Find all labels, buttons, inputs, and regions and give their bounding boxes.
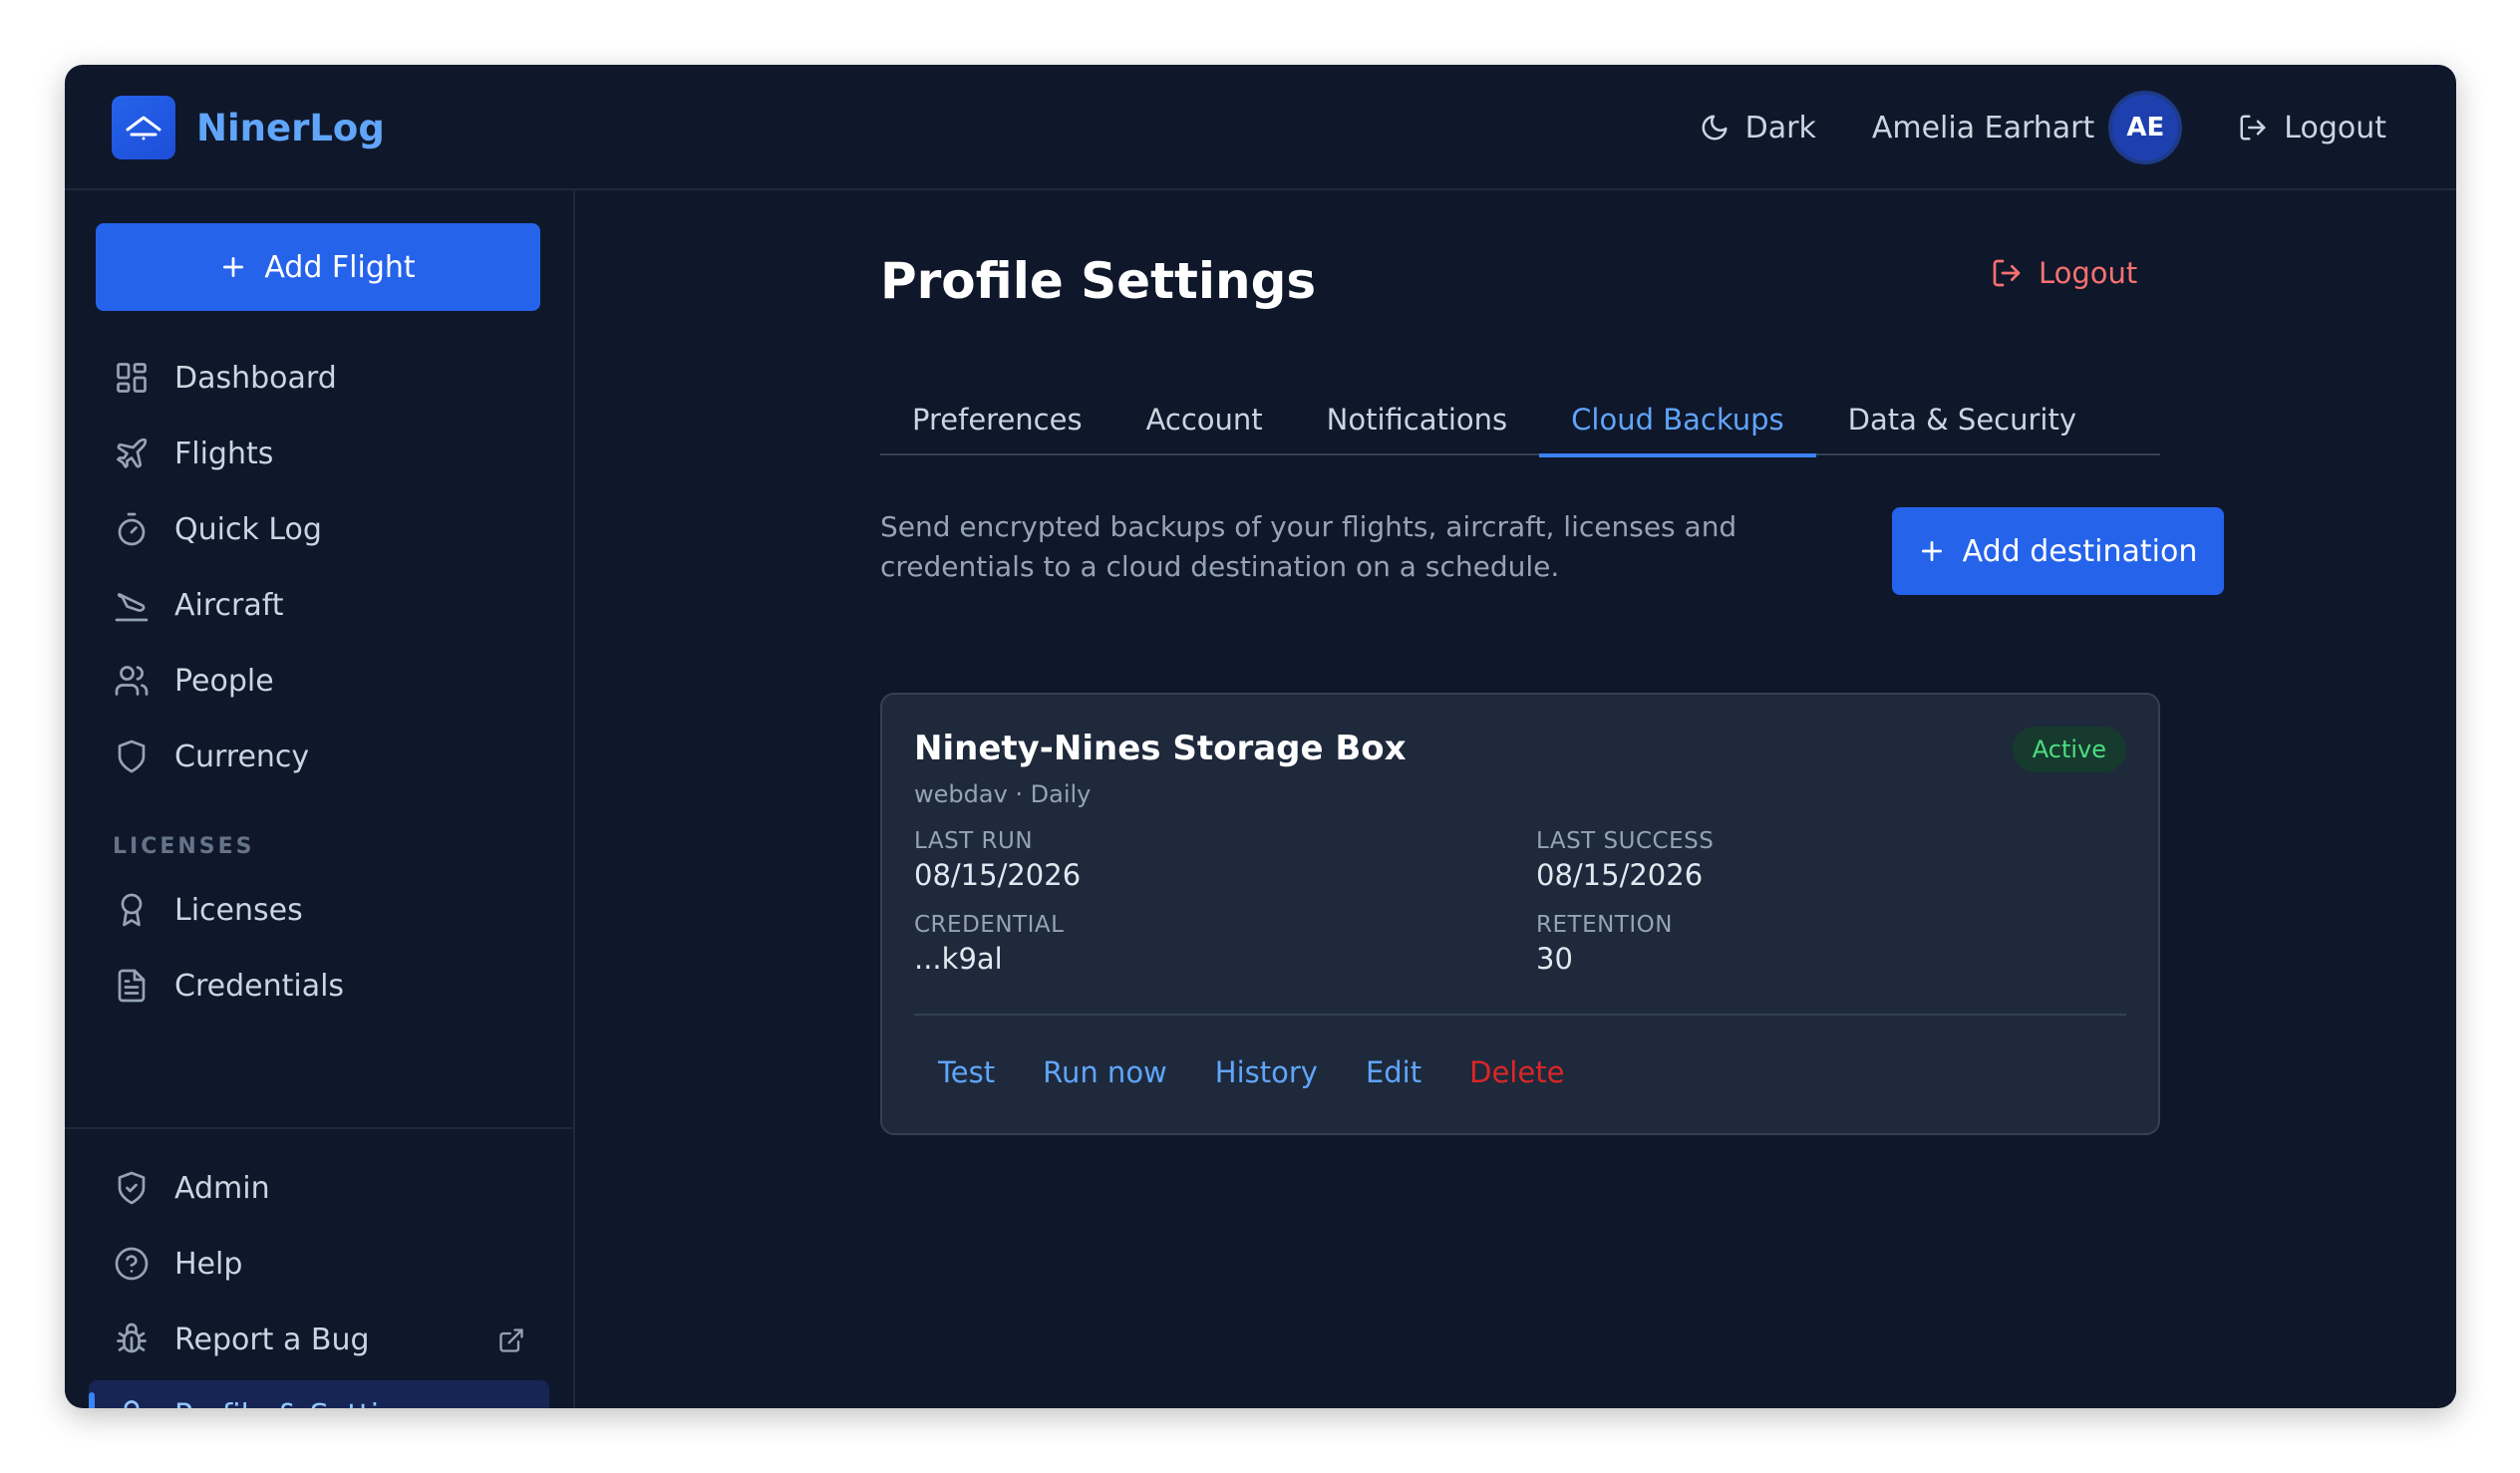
sidebar-item-flights[interactable]: Flights [89, 419, 549, 488]
logout-icon [1993, 259, 2021, 287]
app-logo-icon [112, 96, 175, 159]
sidebar: Add Flight Dashboard Flights Quick Log A… [65, 190, 575, 1408]
retention-field: RETENTION 30 [1536, 912, 1673, 976]
sidebar-item-quick-log[interactable]: Quick Log [89, 494, 549, 564]
sidebar-item-aircraft[interactable]: Aircraft [89, 570, 549, 640]
run-now-button[interactable]: Run now [1019, 1055, 1191, 1089]
sidebar-item-profile-settings[interactable]: Profile & Settings [89, 1380, 549, 1408]
status-badge: Active [2012, 727, 2126, 772]
tab-account[interactable]: Account [1114, 384, 1295, 455]
sidebar-item-help[interactable]: Help [89, 1229, 549, 1299]
external-link-icon [499, 1328, 523, 1352]
sidebar-item-label: Credentials [174, 968, 345, 1004]
logout-label: Logout [2039, 256, 2138, 290]
sidebar-item-people[interactable]: People [89, 646, 549, 716]
page-logout-button[interactable]: Logout [1991, 256, 2137, 290]
sidebar-item-label: Currency [174, 738, 310, 774]
main-content: Profile Settings Logout Preferences Acco… [575, 190, 2456, 1408]
test-button[interactable]: Test [914, 1055, 1019, 1089]
sidebar-item-label: Quick Log [174, 511, 322, 547]
destination-name: Ninety-Nines Storage Box [914, 729, 1407, 768]
plane-landing-icon [115, 593, 149, 622]
sidebar-item-label: Dashboard [174, 360, 337, 396]
avatar[interactable]: AE [2108, 91, 2183, 164]
tab-data-security[interactable]: Data & Security [1816, 384, 2108, 455]
history-button[interactable]: History [1191, 1055, 1342, 1089]
sidebar-item-label: Admin [174, 1170, 270, 1206]
shield-check-icon [118, 1171, 146, 1205]
plus-icon [223, 256, 244, 278]
last-run-field: LAST RUN 08/15/2026 [914, 828, 1082, 892]
app-window: NinerLog Dark Amelia Earhart AE Logout A… [65, 65, 2456, 1408]
section-label-licenses: LICENSES [113, 834, 255, 859]
destination-actions: Test Run now History Edit Delete [914, 1055, 1588, 1089]
help-circle-icon [115, 1247, 149, 1281]
plane-icon [117, 438, 148, 468]
sidebar-item-dashboard[interactable]: Dashboard [89, 343, 549, 413]
topbar-logout-button[interactable]: Logout [2238, 111, 2386, 146]
logout-label: Logout [2284, 110, 2386, 146]
app-name: NinerLog [196, 106, 385, 149]
sidebar-item-label: Help [174, 1246, 243, 1282]
logout-icon [2240, 115, 2266, 141]
tab-notifications[interactable]: Notifications [1295, 384, 1540, 455]
add-flight-button[interactable]: Add Flight [96, 223, 540, 311]
bug-icon [117, 1323, 147, 1353]
page-title: Profile Settings [880, 252, 1317, 310]
document-icon [118, 969, 146, 1003]
sidebar-item-label: Aircraft [174, 587, 284, 623]
add-destination-button[interactable]: Add destination [1892, 507, 2224, 595]
top-actions: Dark Amelia Earhart AE Logout [1700, 89, 2386, 166]
last-success-field: LAST SUCCESS 08/15/2026 [1536, 828, 1715, 892]
brand[interactable]: NinerLog [112, 96, 385, 159]
sidebar-item-credentials[interactable]: Credentials [89, 951, 549, 1021]
edit-button[interactable]: Edit [1342, 1055, 1445, 1089]
credential-field: CREDENTIAL ...k9al [914, 912, 1065, 976]
users-icon [115, 666, 149, 696]
moon-icon [1702, 115, 1728, 141]
sidebar-divider [65, 1127, 573, 1129]
card-divider [914, 1014, 2126, 1016]
cloud-backups-description: Send encrypted backups of your flights, … [880, 510, 1737, 583]
settings-tabs: Preferences Account Notifications Cloud … [880, 384, 2160, 457]
sidebar-item-admin[interactable]: Admin [89, 1153, 549, 1223]
plus-icon [1921, 540, 1942, 562]
sidebar-item-label: Licenses [174, 892, 303, 928]
tab-cloud-backups[interactable]: Cloud Backups [1539, 384, 1817, 457]
delete-button[interactable]: Delete [1445, 1055, 1588, 1089]
sidebar-item-label: Report a Bug [174, 1322, 370, 1357]
sidebar-item-licenses[interactable]: Licenses [89, 875, 549, 945]
backup-destination-card: Ninety-Nines Storage Box webdav · Daily … [880, 693, 2160, 1135]
dashboard-icon [117, 363, 147, 393]
theme-label: Dark [1744, 110, 1816, 146]
user-name[interactable]: Amelia Earhart [1872, 111, 2094, 146]
destination-subtitle: webdav · Daily [914, 780, 1092, 808]
sidebar-item-label: Profile & Settings [174, 1398, 433, 1409]
shield-icon [118, 739, 146, 773]
timer-icon [118, 512, 146, 546]
tab-preferences[interactable]: Preferences [880, 384, 1114, 455]
top-bar: NinerLog Dark Amelia Earhart AE Logout [65, 65, 2456, 190]
sidebar-item-label: People [174, 663, 274, 699]
award-icon [121, 893, 143, 927]
user-icon [124, 1400, 140, 1408]
sidebar-item-report-bug[interactable]: Report a Bug [89, 1305, 549, 1374]
sidebar-item-currency[interactable]: Currency [89, 722, 549, 791]
theme-toggle-button[interactable]: Dark [1700, 111, 1816, 146]
sidebar-item-label: Flights [174, 436, 274, 471]
